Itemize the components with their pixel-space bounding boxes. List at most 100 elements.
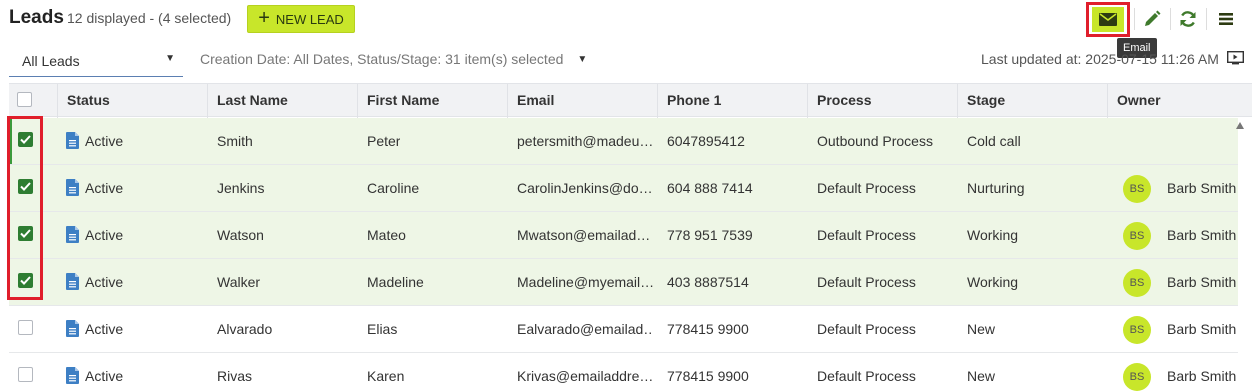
email-cell[interactable]: Ealvarado@emailad…	[517, 306, 653, 352]
status-cell: Active	[85, 274, 124, 290]
select-all-checkbox[interactable]	[17, 92, 32, 107]
column-header-process[interactable]: Process	[807, 84, 957, 118]
phone-cell: 778415 9900	[667, 368, 749, 384]
process-cell: Default Process	[817, 274, 916, 290]
table-row[interactable]: Active Jenkins Caroline CarolinJenkins@do… 6…	[9, 165, 1238, 212]
owner-cell: Barb Smith	[1167, 274, 1237, 290]
table-row[interactable]: Active Rivas Karen Krivas@emailaddre… 778415…	[9, 353, 1238, 391]
stage-cell: New	[967, 368, 996, 384]
scrollbar[interactable]	[1234, 118, 1246, 391]
view-label: All Leads	[22, 52, 80, 69]
process-cell: Default Process	[817, 180, 916, 196]
email-cell[interactable]: petersmith@madeu…	[517, 118, 653, 164]
phone-cell: 604 888 7414	[667, 180, 753, 196]
email-button[interactable]	[1086, 2, 1130, 37]
email-cell[interactable]: CarolinJenkins@do…	[517, 165, 653, 211]
edit-button[interactable]	[1136, 4, 1168, 34]
first-name-cell[interactable]: Madeline	[367, 259, 424, 305]
document-icon	[66, 273, 79, 290]
table-row[interactable]: Active Smith Peter petersmith@madeu… 6047895…	[9, 118, 1238, 165]
stage-cell: Nurturing	[967, 180, 1025, 196]
view-selector[interactable]: All Leads ▼	[9, 45, 183, 77]
last-name-cell[interactable]: Rivas	[217, 353, 252, 391]
column-header-stage[interactable]: Stage	[957, 84, 1107, 118]
new-lead-label: NEW LEAD	[275, 11, 344, 27]
owner-avatar: BS	[1123, 175, 1151, 203]
first-name-cell[interactable]: Elias	[367, 306, 397, 352]
owner-avatar: BS	[1123, 316, 1151, 344]
stage-cell: Working	[967, 227, 1019, 243]
record-count: 12 displayed - (4 selected)	[67, 10, 232, 26]
column-header-first-name[interactable]: First Name	[357, 84, 507, 118]
phone-cell: 6047895412	[667, 133, 745, 149]
process-cell: Outbound Process	[817, 133, 933, 149]
selection-highlight-box	[7, 116, 43, 300]
owner-cell: Barb Smith	[1167, 180, 1237, 196]
table-row[interactable]: Active Alvarado Elias Ealvarado@emailad… 778…	[9, 306, 1238, 353]
plus-icon: +	[258, 7, 270, 29]
criteria-label: Creation Date: All Dates, Status/Stage: …	[200, 51, 564, 67]
caret-down-icon: ▼	[577, 54, 588, 65]
column-header-owner[interactable]: Owner	[1107, 84, 1252, 118]
caret-down-icon: ▼	[165, 53, 175, 64]
owner-avatar: BS	[1123, 222, 1151, 250]
last-name-cell[interactable]: Smith	[217, 118, 253, 164]
first-name-cell[interactable]: Peter	[367, 118, 400, 164]
first-name-cell[interactable]: Mateo	[367, 212, 406, 258]
first-name-cell[interactable]: Caroline	[367, 165, 419, 211]
document-icon	[66, 132, 79, 149]
last-name-cell[interactable]: Watson	[217, 212, 264, 258]
status-cell: Active	[85, 180, 124, 196]
scroll-up-arrow-icon[interactable]	[1236, 122, 1244, 129]
table-row[interactable]: Active Walker Madeline Madeline@myemail… 403…	[9, 259, 1238, 306]
toolbar-divider	[1170, 8, 1171, 30]
column-header-phone[interactable]: Phone 1	[657, 84, 807, 118]
last-name-cell[interactable]: Walker	[217, 259, 260, 305]
select-all-column	[9, 84, 57, 118]
row-checkbox[interactable]	[18, 320, 33, 335]
email-cell[interactable]: Mwatson@emailad…	[517, 212, 653, 258]
last-name-cell[interactable]: Alvarado	[217, 306, 272, 352]
last-name-cell[interactable]: Jenkins	[217, 165, 264, 211]
stage-cell: Working	[967, 274, 1019, 290]
owner-avatar: BS	[1123, 363, 1151, 391]
document-icon	[66, 179, 79, 196]
email-cell[interactable]: Madeline@myemail…	[517, 259, 653, 305]
toolbar-divider	[1206, 8, 1207, 30]
column-header-email[interactable]: Email	[507, 84, 657, 118]
refresh-icon	[1180, 11, 1196, 27]
new-lead-button[interactable]: + NEW LEAD	[247, 5, 355, 33]
process-cell: Default Process	[817, 368, 916, 384]
status-cell: Active	[85, 133, 124, 149]
process-cell: Default Process	[817, 321, 916, 337]
phone-cell: 778415 9900	[667, 321, 749, 337]
phone-cell: 403 8887514	[667, 274, 749, 290]
document-icon	[66, 367, 79, 384]
envelope-icon	[1099, 13, 1117, 26]
toolbar-divider	[1134, 8, 1135, 30]
stage-cell: Cold call	[967, 133, 1021, 149]
column-header-last-name[interactable]: Last Name	[207, 84, 357, 118]
stage-cell: New	[967, 321, 996, 337]
table-row[interactable]: Active Watson Mateo Mwatson@emailad… 778 951…	[9, 212, 1238, 259]
owner-cell: Barb Smith	[1167, 368, 1237, 384]
filter-criteria[interactable]: Creation Date: All Dates, Status/Stage: …	[200, 51, 587, 67]
monitor-icon[interactable]	[1227, 51, 1244, 65]
column-header-status[interactable]: Status	[57, 84, 207, 118]
phone-cell: 778 951 7539	[667, 227, 753, 243]
row-checkbox[interactable]	[18, 367, 33, 382]
page-header: Leads 12 displayed - (4 selected) + NEW …	[0, 0, 1252, 58]
table-header: Status Last Name First Name Email Phone …	[9, 83, 1252, 118]
owner-avatar: BS	[1123, 269, 1151, 297]
menu-icon	[1219, 13, 1233, 25]
last-updated: Last updated at: 2025-07-15 11:26 AM	[981, 51, 1219, 67]
menu-button[interactable]	[1210, 4, 1242, 34]
document-icon	[66, 320, 79, 337]
refresh-button[interactable]	[1172, 4, 1204, 34]
status-cell: Active	[85, 368, 124, 384]
owner-cell: Barb Smith	[1167, 227, 1237, 243]
pencil-icon	[1145, 10, 1161, 26]
owner-cell: Barb Smith	[1167, 321, 1237, 337]
first-name-cell[interactable]: Karen	[367, 353, 404, 391]
email-cell[interactable]: Krivas@emailaddre…	[517, 353, 653, 391]
